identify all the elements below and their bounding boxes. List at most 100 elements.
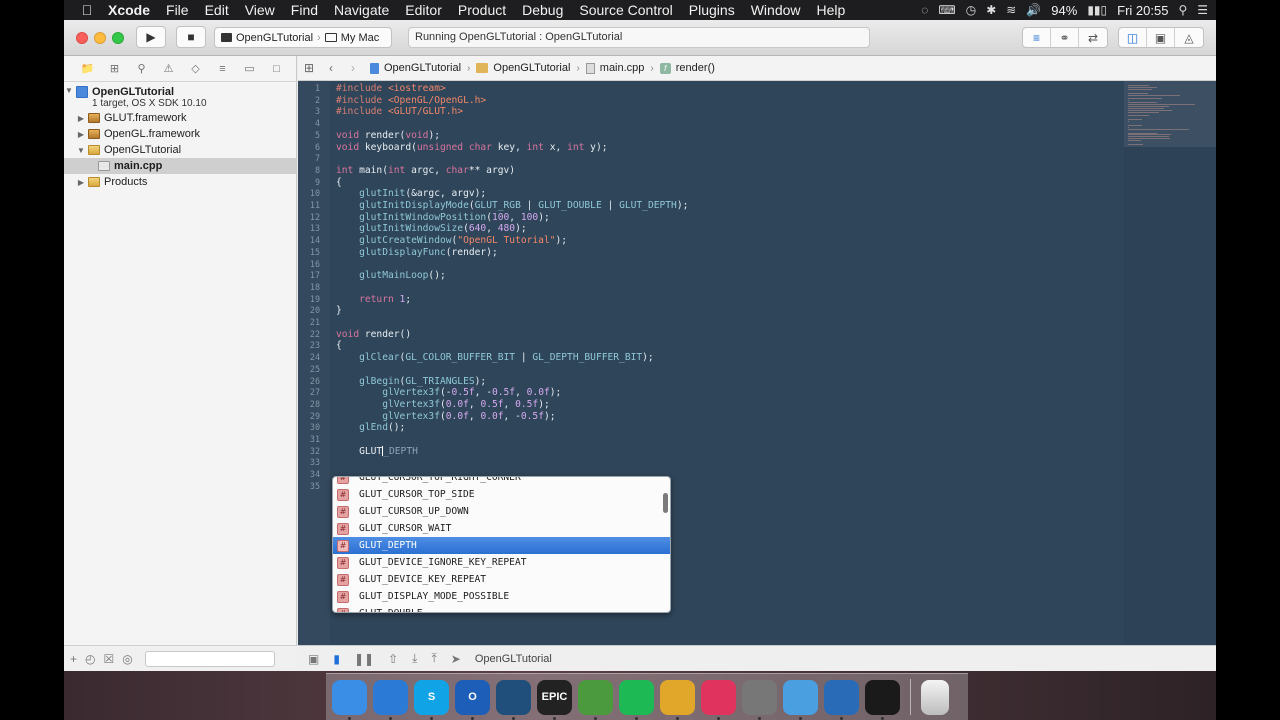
- menu-app-name[interactable]: Xcode: [100, 0, 158, 20]
- code-line[interactable]: void render(): [336, 329, 411, 341]
- menu-source-control[interactable]: Source Control: [571, 0, 680, 20]
- line-number[interactable]: 15: [298, 247, 320, 259]
- location-icon[interactable]: ➤: [451, 652, 461, 666]
- code-line[interactable]: void keyboard(unsigned char key, int x, …: [336, 142, 608, 154]
- tree-row-main-cpp[interactable]: main.cpp: [64, 158, 296, 174]
- tree-row-opengl-framework[interactable]: ▶ OpenGL.framework: [64, 126, 296, 142]
- line-number-gutter[interactable]: 1 2 3 4 5 6 7 8 9 10 11 12 13 14 15 16 17 18 19 20 21 22 23 24 2…: [298, 81, 330, 645]
- code-line[interactable]: glutDisplayFunc(render);: [336, 247, 498, 259]
- completion-item[interactable]: # GLUT_DISPLAY_MODE_POSSIBLE: [333, 588, 670, 605]
- recent-files-icon[interactable]: ◴: [85, 652, 95, 666]
- epic-games-icon[interactable]: EPIC: [537, 679, 572, 720]
- jump-crumb-group[interactable]: OpenGLTutorial: [476, 62, 570, 74]
- tree-row-opengltutorial-group[interactable]: ▼ OpenGLTutorial: [64, 142, 296, 158]
- symbol-navigator-icon[interactable]: ⊞: [105, 62, 124, 75]
- code-line[interactable]: return 1;: [336, 294, 411, 306]
- scheme-selector[interactable]: OpenGLTutorial › My Mac: [214, 27, 392, 48]
- close-window-button[interactable]: [76, 32, 88, 44]
- battery-icon[interactable]: ▮▮▯: [1087, 3, 1107, 17]
- system-preferences-icon[interactable]: [742, 679, 777, 720]
- debug-area-toggle-icon[interactable]: ▣: [1147, 28, 1175, 47]
- navigator-filter-field[interactable]: [144, 650, 275, 667]
- code-line[interactable]: glutInitWindowPosition(100, 100);: [336, 212, 550, 224]
- finder-icon[interactable]: [332, 679, 367, 720]
- menu-editor[interactable]: Editor: [397, 0, 450, 20]
- version-editor-icon[interactable]: ⇄: [1079, 28, 1107, 47]
- jump-crumb-function[interactable]: f render(): [659, 62, 715, 74]
- jump-crumb-project[interactable]: OpenGLTutorial: [370, 62, 461, 74]
- code-line[interactable]: glutMainLoop();: [336, 270, 446, 282]
- line-number[interactable]: 14: [298, 235, 320, 247]
- code-line[interactable]: int main(int argc, char** argv): [336, 165, 515, 177]
- menu-view[interactable]: View: [237, 0, 283, 20]
- menu-edit[interactable]: Edit: [197, 0, 237, 20]
- test-navigator-icon[interactable]: ◇: [186, 62, 205, 75]
- line-number[interactable]: 20: [298, 305, 320, 317]
- disclosure-closed-icon[interactable]: ▶: [76, 114, 86, 123]
- code-line[interactable]: glEnd();: [336, 422, 405, 434]
- menu-window[interactable]: Window: [743, 0, 809, 20]
- report-navigator-icon[interactable]: □: [267, 63, 286, 75]
- line-number[interactable]: 22: [298, 329, 320, 341]
- menu-find[interactable]: Find: [283, 0, 326, 20]
- line-number[interactable]: 31: [298, 434, 320, 446]
- code-line[interactable]: glClear(GL_COLOR_BUFFER_BIT | GL_DEPTH_B…: [336, 352, 654, 364]
- completion-item[interactable]: # GLUT_CURSOR_WAIT: [333, 520, 670, 537]
- related-items-icon[interactable]: ⊞: [298, 61, 320, 75]
- line-number[interactable]: 3: [298, 106, 320, 118]
- source-control-filter-icon[interactable]: ☒: [104, 652, 115, 666]
- minimap[interactable]: [1124, 81, 1216, 645]
- code-line[interactable]: glBegin(GL_TRIANGLES);: [336, 376, 486, 388]
- tree-row-products[interactable]: ▶ Products: [64, 174, 296, 190]
- breakpoints-toggle-icon[interactable]: ▮: [333, 652, 340, 666]
- pause-icon[interactable]: ❚❚: [354, 652, 374, 666]
- spotlight-search-icon[interactable]: ⚲: [1178, 3, 1187, 17]
- line-number[interactable]: 2: [298, 95, 320, 107]
- run-button[interactable]: ▶: [136, 26, 166, 48]
- code-line[interactable]: {: [336, 340, 342, 352]
- clock[interactable]: Fri 20:55: [1117, 3, 1168, 18]
- line-number[interactable]: 10: [298, 188, 320, 200]
- code-line[interactable]: glVertex3f(0.0f, 0.0f, -0.5f);: [336, 411, 555, 423]
- menu-product[interactable]: Product: [450, 0, 514, 20]
- line-number[interactable]: 1: [298, 83, 320, 95]
- line-number[interactable]: 11: [298, 200, 320, 212]
- apple-menu-icon[interactable]: : [74, 2, 100, 18]
- find-navigator-icon[interactable]: ⚲: [132, 62, 151, 75]
- add-file-icon[interactable]: +: [70, 652, 77, 666]
- line-number[interactable]: 21: [298, 317, 320, 329]
- completion-item[interactable]: # GLUT_CURSOR_TOP_SIDE: [333, 486, 670, 503]
- menu-debug[interactable]: Debug: [514, 0, 571, 20]
- stop-button[interactable]: ■: [176, 26, 206, 48]
- completion-item[interactable]: # GLUT_DEVICE_IGNORE_KEY_REPEAT: [333, 554, 670, 571]
- code-line[interactable]: GLUT_DEPTH: [336, 445, 418, 458]
- tree-row-project[interactable]: ▼ OpenGLTutorial 1 target, OS X SDK 10.1…: [64, 84, 296, 110]
- disclosure-closed-icon[interactable]: ▶: [76, 178, 86, 187]
- breakpoint-navigator-icon[interactable]: ▭: [240, 62, 259, 75]
- line-number[interactable]: 8: [298, 165, 320, 177]
- line-number[interactable]: 6: [298, 142, 320, 154]
- disclosure-closed-icon[interactable]: ▶: [76, 130, 86, 139]
- project-navigator-icon[interactable]: 📁: [78, 62, 97, 75]
- menu-file[interactable]: File: [158, 0, 197, 20]
- line-number[interactable]: 18: [298, 282, 320, 294]
- time-machine-icon[interactable]: ◷: [966, 3, 976, 17]
- completion-scrollbar[interactable]: [663, 493, 668, 513]
- line-number[interactable]: 34: [298, 469, 320, 481]
- code-line[interactable]: glutCreateWindow("OpenGL Tutorial");: [336, 235, 567, 247]
- disclosure-open-icon[interactable]: ▼: [76, 146, 86, 155]
- code-line[interactable]: #include <OpenGL/OpenGL.h>: [336, 95, 486, 107]
- disclosure-open-icon[interactable]: ▼: [64, 86, 74, 95]
- line-number[interactable]: 25: [298, 364, 320, 376]
- code-line[interactable]: #include <GLUT/GLUT.h>: [336, 106, 463, 118]
- keyboard-icon[interactable]: ⌨: [938, 3, 955, 17]
- menu-navigate[interactable]: Navigate: [326, 0, 397, 20]
- line-number[interactable]: 32: [298, 446, 320, 458]
- back-icon[interactable]: ‹: [320, 61, 342, 75]
- code-line[interactable]: #include <iostream>: [336, 83, 446, 95]
- debug-navigator-icon[interactable]: ≡: [213, 63, 232, 75]
- line-number[interactable]: 29: [298, 411, 320, 423]
- assistant-editor-icon[interactable]: ⚭: [1051, 28, 1079, 47]
- line-number[interactable]: 26: [298, 376, 320, 388]
- issue-navigator-icon[interactable]: ⚠: [159, 62, 178, 75]
